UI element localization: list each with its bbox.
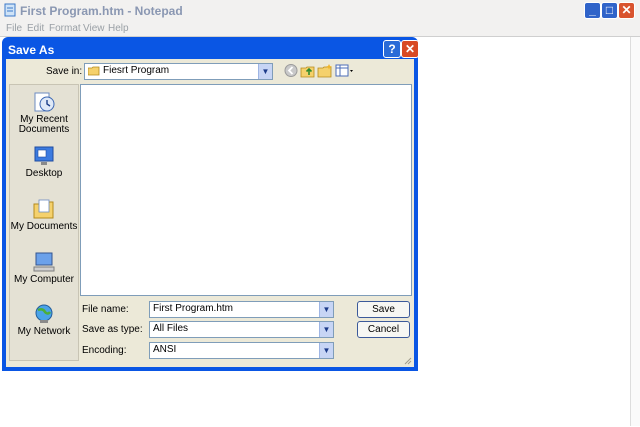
place-label: My Network <box>17 326 71 337</box>
resize-grip-icon[interactable] <box>404 357 412 365</box>
encoding-select[interactable]: ANSI ▼ <box>149 342 334 359</box>
chevron-down-icon[interactable]: ▼ <box>258 64 272 79</box>
file-name-value: First Program.htm <box>153 303 234 314</box>
back-icon[interactable] <box>283 63 299 78</box>
place-my-computer[interactable]: My Computer <box>10 251 78 285</box>
place-desktop[interactable]: Desktop <box>10 145 78 179</box>
my-network-icon <box>35 304 53 323</box>
close-button[interactable]: ✕ <box>618 2 635 19</box>
save-as-type-label: Save as type: <box>82 324 143 335</box>
maximize-icon: □ <box>605 3 614 17</box>
dialog-title: Save As <box>8 43 55 57</box>
place-my-network[interactable]: My Network <box>10 303 78 337</box>
save-in-combobox[interactable]: Fiesrt Program ▼ <box>84 63 273 80</box>
cancel-button[interactable]: Cancel <box>357 321 410 338</box>
notepad-titlebar: First Program.htm - Notepad _ □ ✕ <box>0 0 640 23</box>
place-label: Desktop <box>25 168 63 179</box>
menu-format[interactable]: Format <box>49 23 81 34</box>
folder-icon <box>88 66 100 76</box>
help-button[interactable]: ? <box>383 40 401 58</box>
notepad-title: First Program.htm - Notepad <box>20 4 183 18</box>
save-as-dialog: Save As ? ✕ Save in: Fiesrt Program ▼ My… <box>2 37 419 371</box>
save-as-type-value: All Files <box>153 323 189 334</box>
desktop-icon <box>34 146 54 165</box>
file-name-input[interactable]: First Program.htm ▼ <box>149 301 334 318</box>
place-label: My Documents <box>10 221 78 232</box>
chevron-down-icon[interactable]: ▼ <box>319 343 333 358</box>
chevron-down-icon[interactable]: ▼ <box>319 322 333 337</box>
encoding-label: Encoding: <box>82 345 127 356</box>
notepad-menubar: File Edit Format View Help <box>0 22 640 36</box>
encoding-value: ANSI <box>153 344 177 355</box>
chevron-down-icon[interactable]: ▼ <box>319 302 333 317</box>
dialog-close-button[interactable]: ✕ <box>401 40 419 58</box>
save-in-value: Fiesrt Program <box>103 65 170 76</box>
save-button[interactable]: Save <box>357 301 410 318</box>
menu-file[interactable]: File <box>6 23 22 34</box>
file-name-label: File name: <box>82 304 129 315</box>
menu-view[interactable]: View <box>83 23 105 34</box>
dialog-body: Save in: Fiesrt Program ▼ My Recent Docu… <box>6 59 414 367</box>
places-bar: My Recent Documents Desktop My Documents <box>9 84 79 361</box>
my-documents-icon <box>33 199 54 219</box>
menu-edit[interactable]: Edit <box>27 23 44 34</box>
file-list-view[interactable] <box>80 84 412 296</box>
close-icon: ✕ <box>621 3 632 17</box>
menu-help[interactable]: Help <box>108 23 129 34</box>
new-folder-icon[interactable] <box>317 63 333 78</box>
place-label: My Computer <box>13 274 74 285</box>
place-my-recent-documents[interactable]: My Recent Documents <box>10 91 78 135</box>
minimize-icon: _ <box>589 3 596 17</box>
vertical-scrollbar[interactable] <box>630 37 640 426</box>
my-computer-icon <box>33 252 55 272</box>
up-folder-icon[interactable] <box>300 63 316 78</box>
recent-documents-icon <box>34 92 55 112</box>
place-label: My Recent Documents <box>18 114 70 135</box>
place-my-documents[interactable]: My Documents <box>10 198 78 232</box>
views-menu-icon[interactable] <box>335 63 355 78</box>
save-in-label: Save in: <box>46 66 83 77</box>
save-as-type-select[interactable]: All Files ▼ <box>149 321 334 338</box>
minimize-button[interactable]: _ <box>584 2 601 19</box>
notepad-icon <box>4 3 16 17</box>
maximize-button[interactable]: □ <box>601 2 618 19</box>
